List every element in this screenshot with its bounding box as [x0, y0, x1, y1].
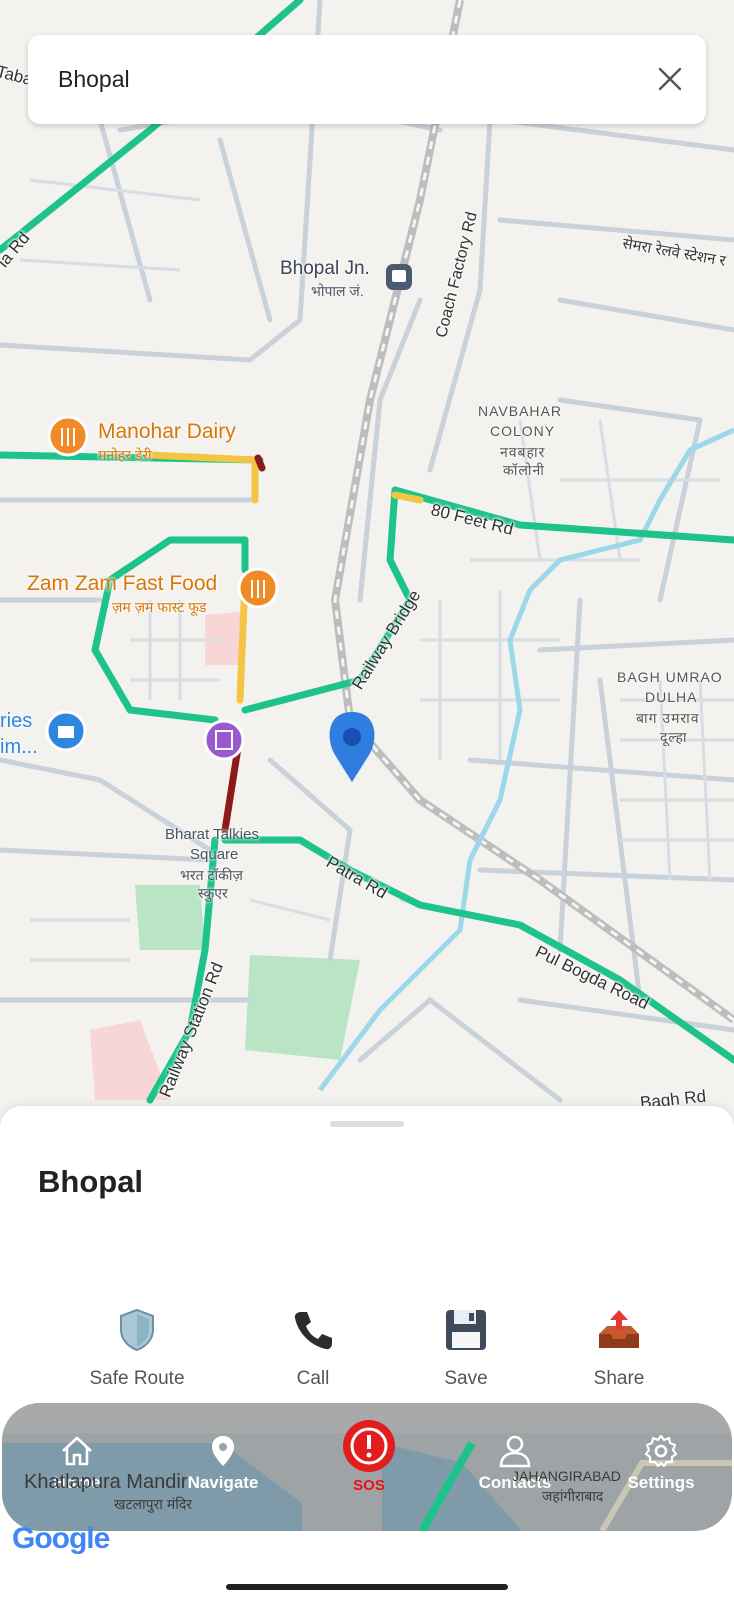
location-pin [329, 712, 375, 782]
safe-route-label: Safe Route [89, 1368, 185, 1389]
restaurant-marker [47, 415, 89, 457]
home-icon [62, 1436, 92, 1466]
shield-icon [120, 1308, 154, 1352]
search-input[interactable]: Bhopal [58, 66, 130, 93]
area-label-jahangirabad-hindi: जहांगीराबाद [542, 1488, 604, 1504]
home-indicator[interactable] [226, 1584, 508, 1590]
search-bar[interactable]: Bhopal [28, 35, 706, 124]
floppy-disk-icon [446, 1310, 486, 1350]
restaurant-marker [237, 567, 279, 609]
save-button[interactable]: Save [396, 1306, 536, 1390]
area-label-jahangirabad: JAHANGIRABAD [512, 1468, 621, 1484]
google-logo: Google [12, 1522, 110, 1555]
area-label-navbahar-hindi: नवबहार [500, 444, 546, 460]
nav-settings[interactable]: Settings [601, 1433, 721, 1493]
poi-label-khatlapura: Khatlapura Mandir [24, 1471, 188, 1493]
station-label-hindi: भोपाल जं. [311, 283, 364, 299]
poi-label-bharat-talkies: Bharat Talkies [165, 826, 259, 843]
bottom-navigation: Home Navigate SOS Contacts Settings JAHA… [2, 1403, 732, 1531]
poi-label-manohar-dairy-hindi: मनोहर डेरी [98, 447, 152, 463]
area-label-bagh-umrao-hindi: बाग उमराव [636, 710, 700, 726]
person-icon [499, 1435, 531, 1468]
alert-icon [343, 1420, 395, 1472]
station-label: Bhopal Jn. [280, 258, 370, 279]
place-title: Bhopal [38, 1164, 144, 1199]
phone-icon [294, 1312, 332, 1350]
area-label-bagh-umrao: DULHA [645, 689, 698, 705]
poi-label-bharat-talkies-hindi: भरत टॉकीज़ [180, 867, 243, 883]
poi-label-bharat-talkies-hindi: स्कुएर [198, 885, 228, 901]
close-icon[interactable] [656, 65, 684, 93]
poi-label-partial: im... [0, 736, 38, 758]
outbox-tray-icon [599, 1310, 639, 1348]
share-label: Share [593, 1368, 645, 1389]
app-screen: Bhopal Jn. भोपाल जं. Coach Factory Rd से… [0, 0, 734, 1600]
area-label-navbahar: COLONY [490, 423, 556, 439]
safe-route-button[interactable]: Safe Route [67, 1306, 207, 1390]
gear-icon [644, 1434, 678, 1468]
poi-label-bharat-talkies: Square [190, 846, 239, 863]
drag-handle[interactable] [330, 1121, 404, 1127]
save-label: Save [444, 1368, 488, 1389]
shopping-marker [45, 710, 87, 752]
call-button[interactable]: Call [243, 1306, 383, 1390]
poi-label-zamzam: Zam Zam Fast Food [27, 572, 218, 595]
train-station-marker [386, 264, 412, 290]
poi-label-partial: ries [0, 710, 33, 732]
area-label-navbahar-hindi: कॉलोनी [503, 462, 545, 478]
area-label-navbahar: NAVBAHAR [478, 403, 562, 419]
call-label: Call [296, 1368, 330, 1389]
share-button[interactable]: Share [549, 1306, 689, 1390]
location-pin-icon [212, 1436, 234, 1466]
nav-sos[interactable]: SOS [309, 1419, 429, 1494]
cinema-marker [203, 719, 245, 761]
nav-sos-label: SOS [353, 1477, 385, 1494]
nav-contacts[interactable]: Contacts [455, 1433, 575, 1493]
area-label-bagh-umrao: BAGH UMRAO [617, 669, 723, 685]
area-label-bagh-umrao-hindi: दूल्हा [660, 729, 688, 745]
poi-label-zamzam-hindi: ज़म ज़म फास्ट फूड [112, 599, 207, 615]
poi-label-khatlapura-hindi: खटलापुरा मंदिर [114, 1496, 192, 1512]
poi-label-manohar-dairy: Manohar Dairy [98, 420, 236, 443]
